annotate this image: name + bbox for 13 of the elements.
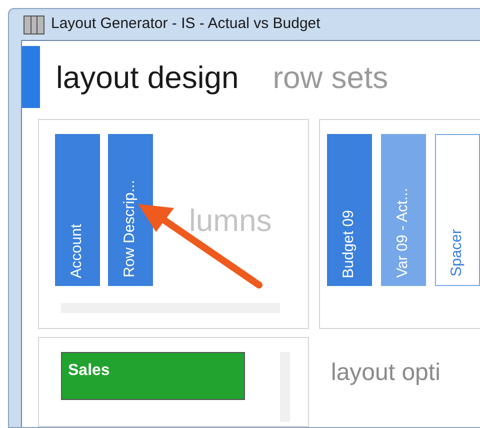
section-heading: layout opti [331,358,440,388]
column-tile[interactable]: Budget 09 [327,134,372,286]
column-tile[interactable]: Account [55,134,100,286]
app-icon [23,14,45,34]
column-tile[interactable]: Var 09 - Act... [381,134,426,286]
tab[interactable]: row sets [272,62,388,92]
column-tile[interactable]: Row Descrip... [108,134,153,286]
window-title: Layout Generator - IS - Actual vs Budget [51,14,320,34]
row-set-tile[interactable]: Sales [61,352,245,400]
drop-hint: lumns [189,202,272,240]
tab-indicator [22,46,40,108]
column-tile[interactable]: Spacer [435,134,480,286]
tab[interactable]: layout design [56,62,239,92]
